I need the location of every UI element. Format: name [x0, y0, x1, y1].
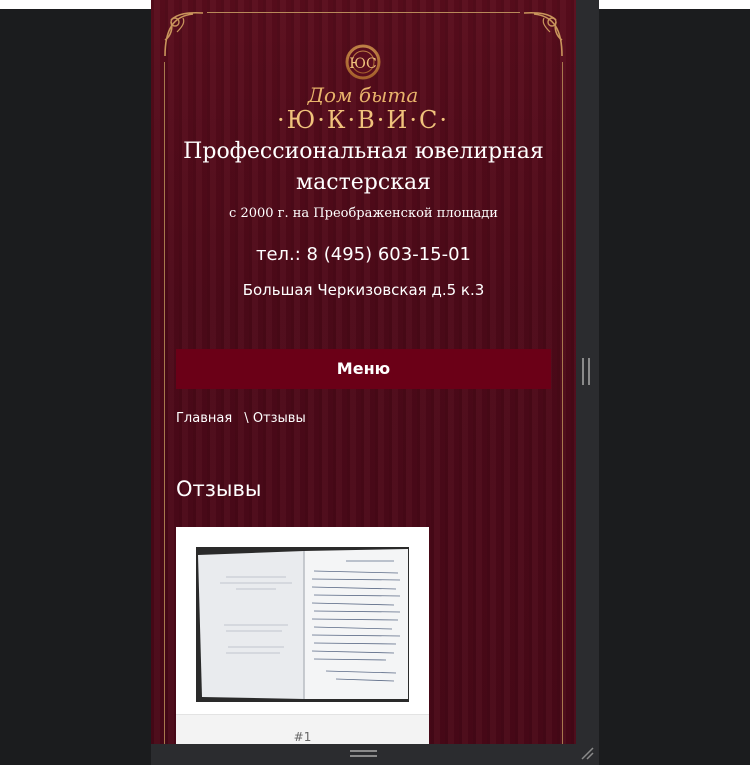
review-photo[interactable] [196, 547, 409, 702]
page-title: Отзывы [176, 477, 262, 501]
address-text: Большая Черкизовская д.5 к.3 [242, 281, 485, 299]
corner-resize-grip-icon[interactable] [580, 746, 594, 760]
breadcrumb-current: Отзывы [252, 411, 306, 426]
page-viewport[interactable]: ЮС Дом быта ·Ю·К·В·И·С· Профессиональная… [151, 0, 576, 744]
breadcrumb-separator: \ [244, 411, 249, 426]
corner-ornament-icon [164, 11, 204, 57]
logo-monogram: ЮС [349, 56, 376, 72]
breadcrumb-home-link[interactable]: Главная [176, 411, 232, 426]
frame-left-line [164, 62, 165, 744]
menu-button[interactable]: Меню [176, 349, 551, 389]
frame-right-line [562, 62, 563, 744]
review-card[interactable]: #1 [176, 527, 429, 744]
site-since-text: с 2000 г. на Преображенской площади [229, 206, 498, 221]
frame-top-line [207, 12, 520, 13]
site-headline: Профессиональная ювелирная мастерская [183, 139, 544, 195]
brand-logo[interactable]: ЮС Дом быта ·Ю·К·В·И·С· [241, 40, 486, 132]
logo-script-text: Дом быта [307, 83, 419, 107]
logo-brand-text: ·Ю·К·В·И·С· [277, 106, 449, 132]
resize-handle-icon[interactable] [582, 358, 590, 385]
corner-ornament-icon [523, 11, 563, 57]
bottom-resize-handle-icon[interactable] [350, 750, 377, 757]
review-card-caption: #1 [293, 730, 312, 744]
phone-number[interactable]: тел.: 8 (495) 603-15-01 [181, 244, 546, 265]
breadcrumb: Главная \ Отзывы [176, 411, 306, 426]
